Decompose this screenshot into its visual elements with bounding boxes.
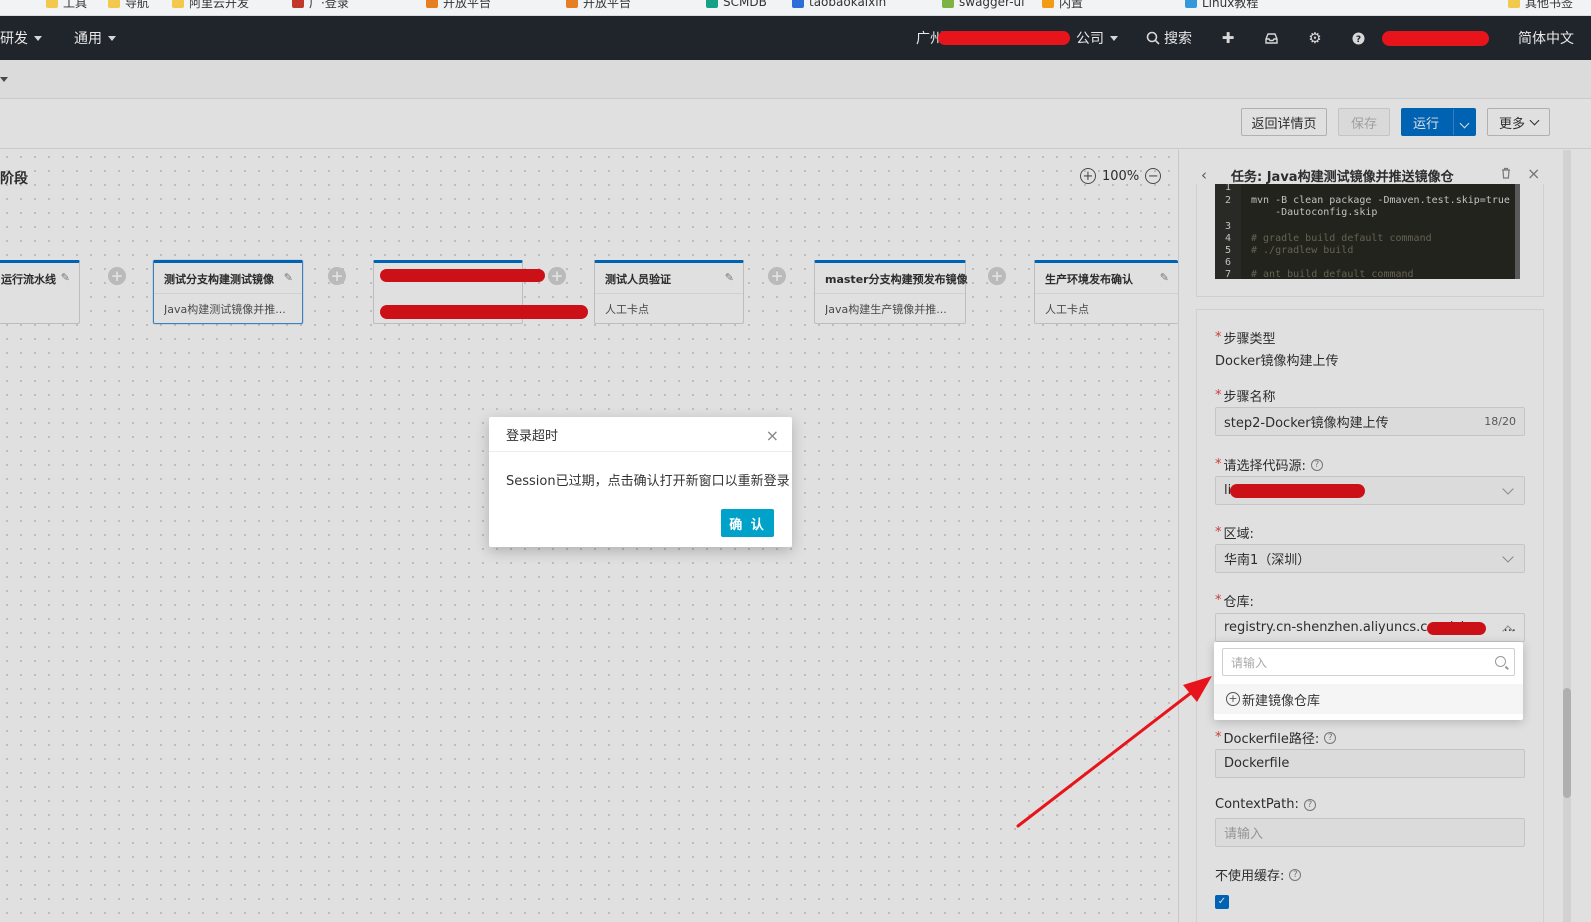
confirm-button[interactable]: 确 认 <box>721 509 774 537</box>
login-timeout-dialog: 登录超时 × Session已过期，点击确认打开新窗口以重新登录 确 认 <box>489 417 792 547</box>
dialog-title: 登录超时 <box>489 417 792 452</box>
dialog-message: Session已过期，点击确认打开新窗口以重新登录 <box>506 474 790 489</box>
annotation-arrow <box>1016 676 1212 828</box>
close-icon[interactable]: × <box>766 426 779 445</box>
